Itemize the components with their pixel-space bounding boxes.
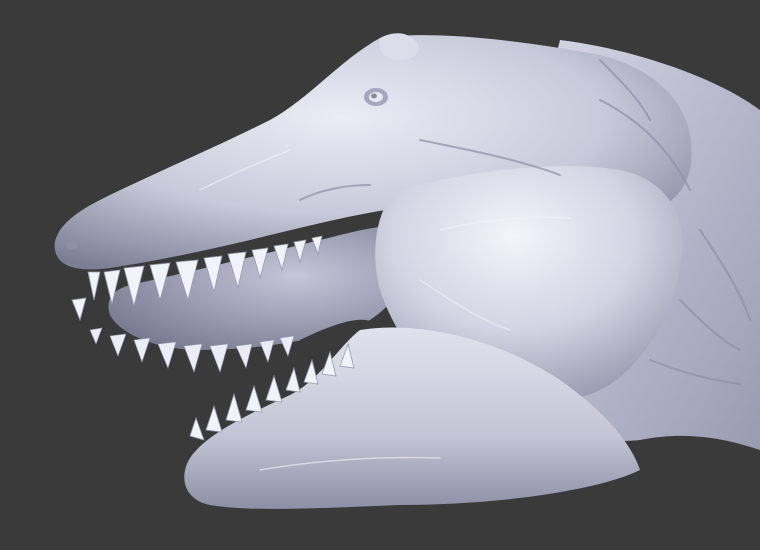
dinosaur-head-model xyxy=(0,0,760,550)
render-viewport xyxy=(0,0,760,550)
